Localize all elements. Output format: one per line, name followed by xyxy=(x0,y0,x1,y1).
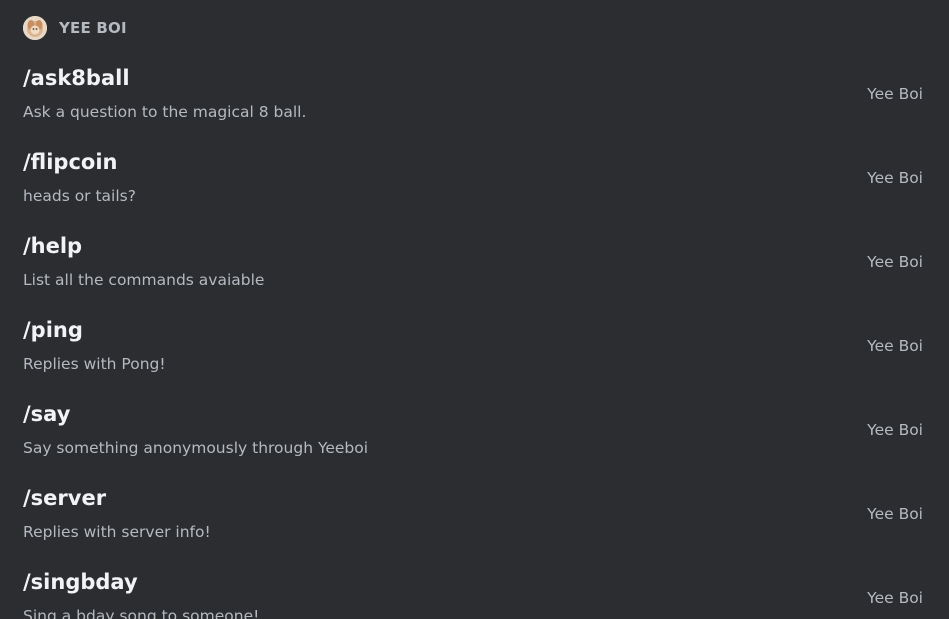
command-name: /say xyxy=(23,402,71,426)
command-source: Yee Boi xyxy=(867,505,923,523)
command-source: Yee Boi xyxy=(867,253,923,271)
command-source: Yee Boi xyxy=(867,85,923,103)
command-name: /flipcoin xyxy=(23,150,118,174)
command-description: Replies with server info! xyxy=(23,523,211,541)
command-name: /ping xyxy=(23,318,83,342)
command-description: Replies with Pong! xyxy=(23,355,166,373)
command-item-server[interactable]: /server Replies with server info! Yee Bo… xyxy=(0,476,949,560)
bot-name-label: YEE BOI xyxy=(59,19,127,37)
command-source: Yee Boi xyxy=(867,169,923,187)
command-item-flipcoin[interactable]: /flipcoin heads or tails? Yee Boi xyxy=(0,140,949,224)
command-source: Yee Boi xyxy=(867,589,923,607)
command-description: heads or tails? xyxy=(23,187,136,205)
command-list: /ask8ball Ask a question to the magical … xyxy=(0,56,949,619)
command-description: Sing a bday song to someone! xyxy=(23,607,260,619)
command-description: List all the commands avaiable xyxy=(23,271,265,289)
command-source: Yee Boi xyxy=(867,337,923,355)
command-item-say[interactable]: /say Say something anonymously through Y… xyxy=(0,392,949,476)
command-source: Yee Boi xyxy=(867,421,923,439)
bot-section-header: YEE BOI xyxy=(23,16,127,40)
command-picker-panel: YEE BOI /ask8ball Ask a question to the … xyxy=(0,0,949,619)
command-name: /server xyxy=(23,486,107,510)
command-description: Ask a question to the magical 8 ball. xyxy=(23,103,307,121)
command-item-help[interactable]: /help List all the commands avaiable Yee… xyxy=(0,224,949,308)
command-item-ping[interactable]: /ping Replies with Pong! Yee Boi xyxy=(0,308,949,392)
command-name: /ask8ball xyxy=(23,66,130,90)
command-description: Say something anonymously through Yeeboi xyxy=(23,439,369,457)
bot-avatar-icon xyxy=(23,16,47,40)
command-item-ask8ball[interactable]: /ask8ball Ask a question to the magical … xyxy=(0,56,949,140)
command-item-singbday[interactable]: /singbday Sing a bday song to someone! Y… xyxy=(0,560,949,619)
command-name: /singbday xyxy=(23,570,138,594)
command-name: /help xyxy=(23,234,83,258)
